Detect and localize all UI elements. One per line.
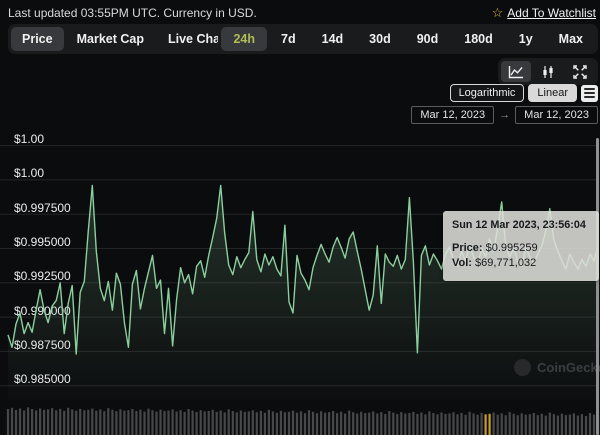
linear-button[interactable]: Linear — [528, 84, 577, 102]
range-max[interactable]: Max — [547, 27, 595, 51]
chart-tooltip: Sun 12 Mar 2023, 23:56:04 Price: $0.9952… — [443, 211, 599, 281]
tooltip-vol-value: $69,771,032 — [475, 257, 536, 269]
line-chart-icon[interactable] — [501, 61, 531, 82]
tooltip-vol-label: Vol: — [452, 257, 472, 269]
coingecko-watermark: CoinGecko — [514, 359, 600, 376]
hamburger-menu-icon[interactable] — [581, 85, 598, 102]
logarithmic-button[interactable]: Logarithmic — [450, 84, 525, 102]
arrow-right-icon: → — [499, 109, 510, 121]
date-range-controls: Mar 12, 2023 → Mar 12, 2023 — [411, 106, 598, 124]
tooltip-price-value: $0.995259 — [486, 242, 538, 254]
tab-market-cap[interactable]: Market Cap — [66, 27, 155, 51]
date-to-input[interactable]: Mar 12, 2023 — [515, 106, 598, 124]
tab-price[interactable]: Price — [11, 27, 64, 51]
fullscreen-icon[interactable] — [565, 61, 595, 82]
tooltip-datetime: Sun 12 Mar 2023, 23:56:04 — [452, 219, 590, 231]
price-chart[interactable] — [0, 128, 600, 435]
range-14d[interactable]: 14d — [310, 27, 356, 51]
range-1y[interactable]: 1y — [507, 27, 545, 51]
tooltip-volume: Vol: $69,771,032 — [452, 256, 590, 271]
range-24h[interactable]: 24h — [221, 27, 267, 51]
chart-type-group — [498, 58, 598, 85]
range-7d[interactable]: 7d — [269, 27, 308, 51]
scale-controls: Logarithmic Linear — [450, 84, 598, 102]
tooltip-price: Price: $0.995259 — [452, 241, 590, 256]
star-icon: ☆ — [492, 5, 504, 21]
range-180d[interactable]: 180d — [452, 27, 505, 51]
range-30d[interactable]: 30d — [357, 27, 403, 51]
vertical-scrollbar[interactable] — [596, 138, 599, 435]
range-90d[interactable]: 90d — [405, 27, 451, 51]
add-to-watchlist-link[interactable]: ☆ Add To Watchlist — [492, 5, 596, 21]
date-from-input[interactable]: Mar 12, 2023 — [411, 106, 494, 124]
view-tab-group: Price Market Cap Live Chart — [8, 24, 243, 54]
watchlist-label: Add To Watchlist — [507, 6, 596, 20]
watermark-label: CoinGecko — [537, 360, 600, 375]
last-updated-text: Last updated 03:55PM UTC. Currency in US… — [8, 6, 257, 20]
tooltip-price-label: Price: — [452, 242, 483, 254]
coingecko-logo-icon — [514, 359, 531, 376]
candlestick-icon[interactable] — [533, 61, 563, 82]
range-tab-group: 24h 7d 14d 30d 90d 180d 1y Max — [218, 24, 598, 54]
